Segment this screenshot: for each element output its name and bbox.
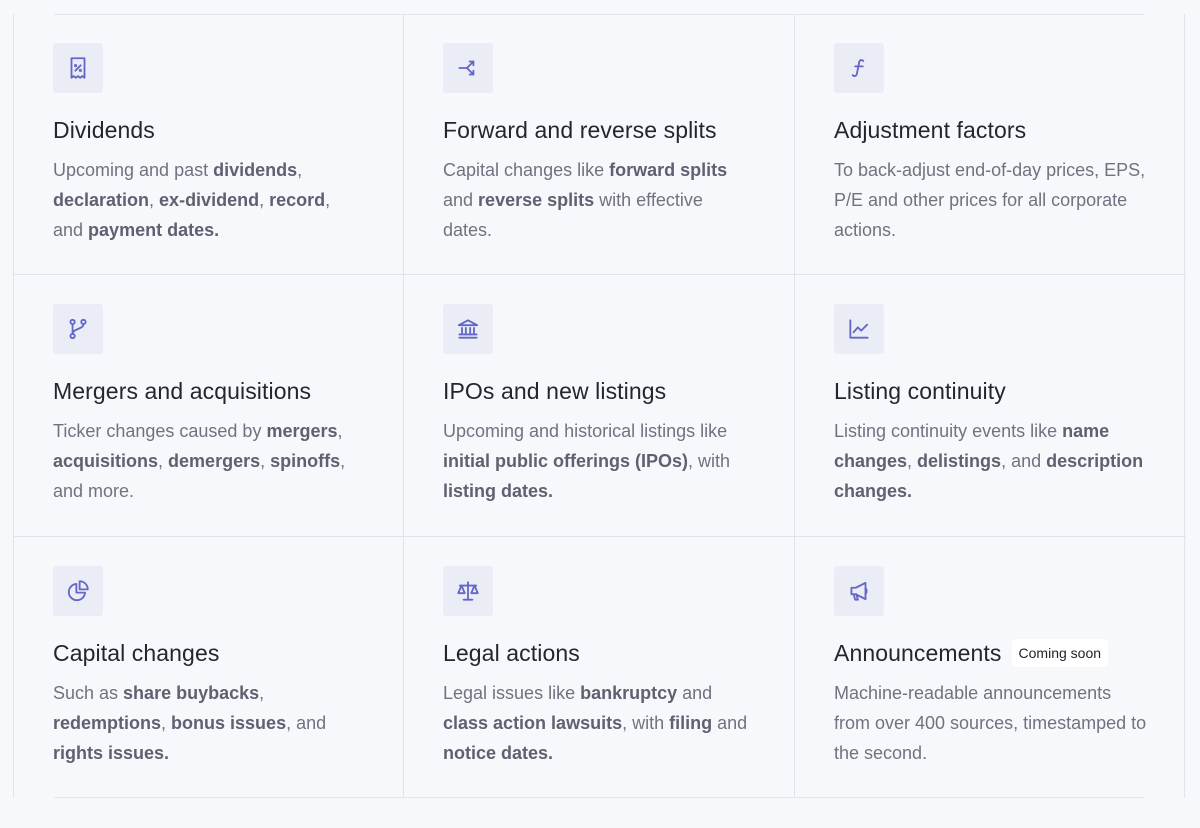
emphasis-text: bonus issues [171, 713, 287, 733]
emphasis-text: acquisitions [53, 451, 159, 471]
line-chart-icon [834, 304, 884, 354]
description-text: Listing continuity events like [834, 421, 1063, 441]
emphasis-text: initial public offerings (IPOs) [443, 451, 689, 471]
description-text: , [161, 713, 172, 733]
feature-card-ipos: IPOs and new listings Upcoming and histo… [404, 275, 795, 537]
feature-title: Mergers and acquisitions [53, 377, 312, 404]
emphasis-text: reverse splits [478, 190, 595, 210]
emphasis-text: filing [669, 713, 713, 733]
description-text: , with [622, 713, 670, 733]
description-text: To back-adjust end-of-day prices, EPS, P… [834, 160, 1146, 240]
emphasis-text: mergers [266, 421, 338, 441]
description-text: Upcoming and historical listings like [443, 421, 728, 441]
coming-soon-badge: Coming soon [1011, 639, 1109, 667]
emphasis-text: class action lawsuits [443, 713, 623, 733]
bottom-divider [54, 797, 1144, 798]
emphasis-text: declaration [53, 190, 150, 210]
scale-icon [443, 566, 493, 616]
description-text: Upcoming and past [53, 160, 214, 180]
emphasis-text: demergers [168, 451, 261, 471]
description-text: , [158, 451, 169, 471]
feature-description: Listing continuity events like name chan… [834, 416, 1148, 506]
description-text: , [907, 451, 918, 471]
emphasis-text: spinoffs [270, 451, 341, 471]
emphasis-text: record [269, 190, 326, 210]
feature-description: Such as share buybacks, redemptions, bon… [53, 678, 365, 768]
feature-title: Listing continuity [834, 377, 1006, 404]
feature-description: Upcoming and past dividends, declaration… [53, 155, 365, 245]
feature-card-dividends: Dividends Upcoming and past dividends, d… [14, 14, 404, 275]
description-text: , [297, 160, 303, 180]
bank-building-icon [443, 304, 493, 354]
description-text: Ticker changes caused by [53, 421, 267, 441]
feature-card-announcements: Announcements Coming soon Machine-readab… [795, 537, 1186, 798]
emphasis-text: ex-dividend [159, 190, 260, 210]
feature-description: To back-adjust end-of-day prices, EPS, P… [834, 155, 1148, 245]
description-text: Such as [53, 683, 124, 703]
description-text: Capital changes like [443, 160, 610, 180]
emphasis-text: listing dates. [443, 481, 554, 501]
receipt-percent-icon [53, 43, 103, 93]
description-text: and [443, 190, 479, 210]
feature-card-legal-actions: Legal actions Legal issues like bankrupt… [404, 537, 795, 798]
emphasis-text: notice dates. [443, 743, 554, 763]
description-text: Legal issues like [443, 683, 581, 703]
description-text: , and [286, 713, 327, 733]
split-arrows-icon [443, 43, 493, 93]
features-grid-frame: Dividends Upcoming and past dividends, d… [13, 14, 1186, 798]
feature-title: IPOs and new listings [443, 377, 667, 404]
function-icon [834, 43, 884, 93]
feature-card-listing-continuity: Listing continuity Listing continuity ev… [795, 275, 1186, 537]
feature-title: Legal actions [443, 639, 580, 666]
description-text: , [337, 421, 343, 441]
emphasis-text: delistings [917, 451, 1002, 471]
emphasis-text: forward splits [609, 160, 728, 180]
description-text: , [149, 190, 160, 210]
emphasis-text: redemptions [53, 713, 162, 733]
description-text: , [259, 683, 265, 703]
feature-description: Ticker changes caused by mergers, acquis… [53, 416, 365, 506]
emphasis-text: bankruptcy [580, 683, 678, 703]
description-text: and [712, 713, 748, 733]
features-grid: Dividends Upcoming and past dividends, d… [14, 14, 1186, 798]
feature-description: Capital changes like forward splits and … [443, 155, 756, 245]
description-text: , [259, 190, 270, 210]
description-text: , with [688, 451, 731, 471]
feature-title: Adjustment factors [834, 116, 1027, 143]
megaphone-icon [834, 566, 884, 616]
emphasis-text: rights issues. [53, 743, 170, 763]
feature-card-splits: Forward and reverse splits Capital chang… [404, 14, 795, 275]
pie-chart-icon [53, 566, 103, 616]
feature-card-mergers: Mergers and acquisitions Ticker changes … [14, 275, 404, 537]
feature-description: Machine-readable announcements from over… [834, 678, 1148, 768]
description-text: , [260, 451, 271, 471]
feature-title: Dividends [53, 116, 155, 143]
feature-description: Legal issues like bankruptcy and class a… [443, 678, 756, 768]
feature-title: Forward and reverse splits [443, 116, 717, 143]
description-text: and [677, 683, 713, 703]
feature-title: Capital changes [53, 639, 220, 666]
emphasis-text: dividends [213, 160, 298, 180]
feature-card-capital-changes: Capital changes Such as share buybacks, … [14, 537, 404, 798]
emphasis-text: share buybacks [123, 683, 260, 703]
description-text: Machine-readable announcements from over… [834, 683, 1147, 763]
description-text: , and [1001, 451, 1047, 471]
merge-branch-icon [53, 304, 103, 354]
feature-card-adjustment-factors: Adjustment factors To back-adjust end-of… [795, 14, 1186, 275]
emphasis-text: payment dates. [88, 220, 220, 240]
feature-description: Upcoming and historical listings like in… [443, 416, 756, 506]
feature-title: Announcements [834, 639, 1002, 666]
